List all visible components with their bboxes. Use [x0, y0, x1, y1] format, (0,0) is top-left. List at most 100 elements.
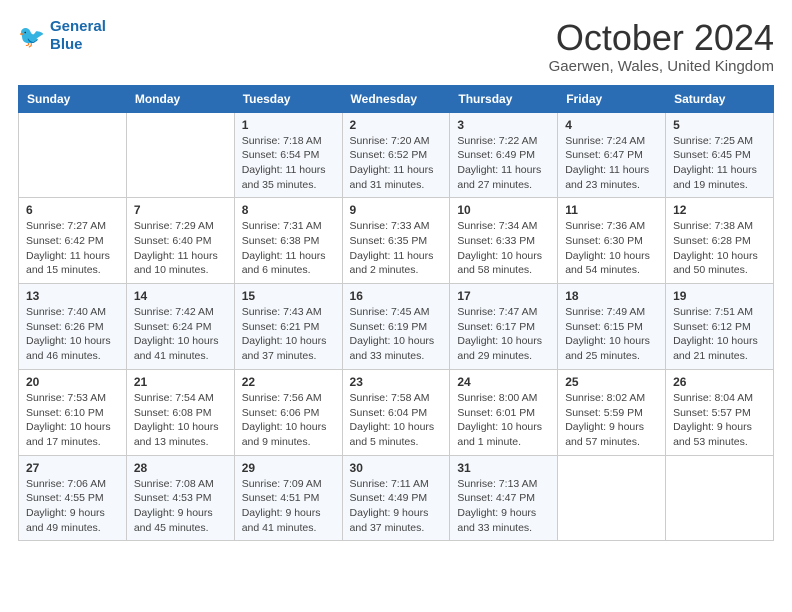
- calendar-cell: 17 Sunrise: 7:47 AM Sunset: 6:17 PM Dayli…: [450, 284, 558, 370]
- header-day-saturday: Saturday: [666, 85, 774, 112]
- day-number: 28: [134, 461, 227, 475]
- calendar-cell: 30Sunrise: 7:11 AM Sunset: 4:49 PM Dayli…: [342, 455, 450, 541]
- calendar-cell: 22 Sunrise: 7:56 AM Sunset: 6:06 PM Dayli…: [234, 369, 342, 455]
- day-number: 13: [26, 289, 119, 303]
- day-info: Sunrise: 7:33 AM Sunset: 6:35 PM Dayligh…: [350, 219, 443, 278]
- header-day-tuesday: Tuesday: [234, 85, 342, 112]
- calendar-cell: 29 Sunrise: 7:09 AM Sunset: 4:51 PM Dayli…: [234, 455, 342, 541]
- calendar-cell: 6Sunrise: 7:27 AM Sunset: 6:42 PM Daylig…: [19, 198, 127, 284]
- day-info: Sunrise: 7:51 AM Sunset: 6:12 PM Dayligh…: [673, 305, 766, 364]
- location: Gaerwen, Wales, United Kingdom: [549, 58, 774, 75]
- calendar-cell: 19 Sunrise: 7:51 AM Sunset: 6:12 PM Dayli…: [666, 284, 774, 370]
- calendar-cell: 10Sunrise: 7:34 AM Sunset: 6:33 PM Dayli…: [450, 198, 558, 284]
- calendar-cell: 16 Sunrise: 7:45 AM Sunset: 6:19 PM Dayli…: [342, 284, 450, 370]
- calendar-cell: 11Sunrise: 7:36 AM Sunset: 6:30 PM Dayli…: [558, 198, 666, 284]
- day-info: Sunrise: 7:06 AM Sunset: 4:55 PM Dayligh…: [26, 477, 119, 536]
- day-info: Sunrise: 7:09 AM Sunset: 4:51 PM Dayligh…: [242, 477, 335, 536]
- day-info: Sunrise: 7:56 AM Sunset: 6:06 PM Dayligh…: [242, 391, 335, 450]
- logo: 🐦 General Blue: [18, 18, 106, 54]
- day-info: Sunrise: 7:47 AM Sunset: 6:17 PM Dayligh…: [457, 305, 550, 364]
- day-number: 29: [242, 461, 335, 475]
- day-number: 19: [673, 289, 766, 303]
- day-info: Sunrise: 7:45 AM Sunset: 6:19 PM Dayligh…: [350, 305, 443, 364]
- week-row-3: 20Sunrise: 7:53 AM Sunset: 6:10 PM Dayli…: [19, 369, 774, 455]
- calendar-cell: [666, 455, 774, 541]
- day-number: 22: [242, 375, 335, 389]
- day-info: Sunrise: 7:49 AM Sunset: 6:15 PM Dayligh…: [565, 305, 658, 364]
- day-info: Sunrise: 7:36 AM Sunset: 6:30 PM Dayligh…: [565, 219, 658, 278]
- header-day-sunday: Sunday: [19, 85, 127, 112]
- day-number: 21: [134, 375, 227, 389]
- calendar-cell: 20Sunrise: 7:53 AM Sunset: 6:10 PM Dayli…: [19, 369, 127, 455]
- calendar-cell: 2 Sunrise: 7:20 AM Sunset: 6:52 PM Daylig…: [342, 112, 450, 198]
- day-number: 25: [565, 375, 658, 389]
- header-day-monday: Monday: [126, 85, 234, 112]
- week-row-4: 27 Sunrise: 7:06 AM Sunset: 4:55 PM Dayli…: [19, 455, 774, 541]
- calendar-cell: 18 Sunrise: 7:49 AM Sunset: 6:15 PM Dayli…: [558, 284, 666, 370]
- calendar-cell: 26Sunrise: 8:04 AM Sunset: 5:57 PM Dayli…: [666, 369, 774, 455]
- day-number: 10: [457, 203, 550, 217]
- calendar-cell: 23Sunrise: 7:58 AM Sunset: 6:04 PM Dayli…: [342, 369, 450, 455]
- logo-text: General Blue: [50, 18, 106, 54]
- header-day-wednesday: Wednesday: [342, 85, 450, 112]
- day-number: 3: [457, 118, 550, 132]
- calendar-cell: 1 Sunrise: 7:18 AM Sunset: 6:54 PM Daylig…: [234, 112, 342, 198]
- calendar-cell: 13 Sunrise: 7:40 AM Sunset: 6:26 PM Dayli…: [19, 284, 127, 370]
- day-number: 18: [565, 289, 658, 303]
- day-number: 1: [242, 118, 335, 132]
- day-info: Sunrise: 7:42 AM Sunset: 6:24 PM Dayligh…: [134, 305, 227, 364]
- day-info: Sunrise: 7:43 AM Sunset: 6:21 PM Dayligh…: [242, 305, 335, 364]
- week-row-1: 6Sunrise: 7:27 AM Sunset: 6:42 PM Daylig…: [19, 198, 774, 284]
- calendar-table: SundayMondayTuesdayWednesdayThursdayFrid…: [18, 85, 774, 542]
- calendar-cell: 5 Sunrise: 7:25 AM Sunset: 6:45 PM Daylig…: [666, 112, 774, 198]
- day-number: 9: [350, 203, 443, 217]
- calendar-cell: 4Sunrise: 7:24 AM Sunset: 6:47 PM Daylig…: [558, 112, 666, 198]
- day-number: 2: [350, 118, 443, 132]
- day-number: 20: [26, 375, 119, 389]
- calendar-cell: [126, 112, 234, 198]
- day-info: Sunrise: 7:25 AM Sunset: 6:45 PM Dayligh…: [673, 134, 766, 193]
- calendar-cell: 31Sunrise: 7:13 AM Sunset: 4:47 PM Dayli…: [450, 455, 558, 541]
- day-info: Sunrise: 7:31 AM Sunset: 6:38 PM Dayligh…: [242, 219, 335, 278]
- day-number: 17: [457, 289, 550, 303]
- calendar-cell: 15 Sunrise: 7:43 AM Sunset: 6:21 PM Dayli…: [234, 284, 342, 370]
- calendar-cell: 21 Sunrise: 7:54 AM Sunset: 6:08 PM Dayli…: [126, 369, 234, 455]
- day-info: Sunrise: 7:11 AM Sunset: 4:49 PM Dayligh…: [350, 477, 443, 536]
- day-number: 5: [673, 118, 766, 132]
- header-day-friday: Friday: [558, 85, 666, 112]
- calendar-cell: 14Sunrise: 7:42 AM Sunset: 6:24 PM Dayli…: [126, 284, 234, 370]
- day-number: 8: [242, 203, 335, 217]
- day-info: Sunrise: 8:02 AM Sunset: 5:59 PM Dayligh…: [565, 391, 658, 450]
- calendar-header-row: SundayMondayTuesdayWednesdayThursdayFrid…: [19, 85, 774, 112]
- day-info: Sunrise: 7:38 AM Sunset: 6:28 PM Dayligh…: [673, 219, 766, 278]
- day-number: 23: [350, 375, 443, 389]
- day-info: Sunrise: 7:20 AM Sunset: 6:52 PM Dayligh…: [350, 134, 443, 193]
- week-row-2: 13 Sunrise: 7:40 AM Sunset: 6:26 PM Dayli…: [19, 284, 774, 370]
- calendar-cell: 27 Sunrise: 7:06 AM Sunset: 4:55 PM Dayli…: [19, 455, 127, 541]
- calendar-cell: 8 Sunrise: 7:31 AM Sunset: 6:38 PM Daylig…: [234, 198, 342, 284]
- day-number: 24: [457, 375, 550, 389]
- day-info: Sunrise: 7:40 AM Sunset: 6:26 PM Dayligh…: [26, 305, 119, 364]
- day-number: 31: [457, 461, 550, 475]
- day-info: Sunrise: 7:27 AM Sunset: 6:42 PM Dayligh…: [26, 219, 119, 278]
- day-info: Sunrise: 8:04 AM Sunset: 5:57 PM Dayligh…: [673, 391, 766, 450]
- day-info: Sunrise: 7:54 AM Sunset: 6:08 PM Dayligh…: [134, 391, 227, 450]
- calendar-cell: 3Sunrise: 7:22 AM Sunset: 6:49 PM Daylig…: [450, 112, 558, 198]
- calendar-cell: [19, 112, 127, 198]
- calendar-cell: [558, 455, 666, 541]
- day-info: Sunrise: 8:00 AM Sunset: 6:01 PM Dayligh…: [457, 391, 550, 450]
- calendar-cell: 12 Sunrise: 7:38 AM Sunset: 6:28 PM Dayli…: [666, 198, 774, 284]
- header: 🐦 General Blue October 2024 Gaerwen, Wal…: [18, 18, 774, 75]
- calendar-cell: 28Sunrise: 7:08 AM Sunset: 4:53 PM Dayli…: [126, 455, 234, 541]
- day-info: Sunrise: 7:29 AM Sunset: 6:40 PM Dayligh…: [134, 219, 227, 278]
- day-number: 15: [242, 289, 335, 303]
- svg-text:🐦: 🐦: [18, 24, 45, 49]
- day-number: 4: [565, 118, 658, 132]
- logo-bird-icon: 🐦: [18, 22, 46, 50]
- day-number: 27: [26, 461, 119, 475]
- day-info: Sunrise: 7:18 AM Sunset: 6:54 PM Dayligh…: [242, 134, 335, 193]
- day-number: 12: [673, 203, 766, 217]
- day-number: 16: [350, 289, 443, 303]
- calendar-body: 1 Sunrise: 7:18 AM Sunset: 6:54 PM Daylig…: [19, 112, 774, 541]
- month-title: October 2024: [549, 18, 774, 58]
